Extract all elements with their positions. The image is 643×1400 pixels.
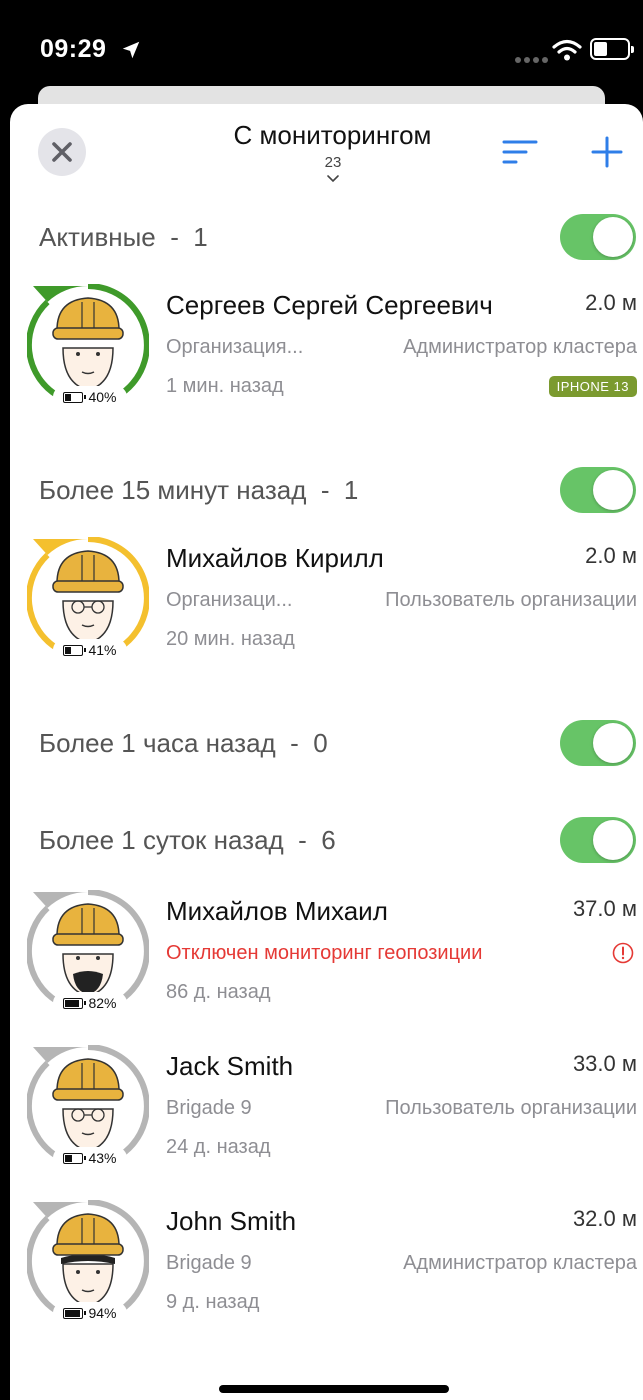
- person-distance: 37.0 м: [572, 896, 637, 921]
- person-role: Администратор кластера: [403, 1252, 637, 1274]
- battery-icon: [590, 38, 634, 60]
- battery-badge: 94%: [53, 1302, 127, 1324]
- section-toggle[interactable]: [560, 467, 636, 513]
- list-item[interactable]: 94% John Smith 32.0 м Brigade 9 Админист…: [10, 1200, 643, 1340]
- list-item[interactable]: 40% Сергеев Сергей Сергеевич 2.0 м Орган…: [10, 284, 643, 424]
- section-toggle[interactable]: [560, 720, 636, 766]
- section-15-min: Более 15 минут назад - 1: [10, 464, 643, 514]
- status-bar: 09:29: [0, 0, 643, 100]
- section-label: Более 15 минут назад - 1: [39, 475, 359, 505]
- section-toggle[interactable]: [560, 214, 636, 260]
- person-role: Пользователь организации: [385, 589, 637, 611]
- person-distance: 33.0 м: [572, 1051, 637, 1076]
- battery-icon: [63, 644, 87, 656]
- monitored-count: 23: [324, 154, 342, 171]
- battery-level: 41%: [88, 642, 117, 658]
- home-indicator[interactable]: [219, 1385, 449, 1393]
- person-name: Jack Smith: [166, 1051, 294, 1081]
- last-seen: 1 мин. назад: [166, 375, 284, 397]
- battery-badge: 40%: [53, 386, 127, 408]
- page-title[interactable]: С мониторингом: [160, 120, 505, 151]
- person-organization: Организация...: [166, 336, 304, 358]
- person-role: Пользователь организации: [385, 1097, 637, 1119]
- last-seen: 20 мин. назад: [166, 628, 295, 650]
- section-label: Более 1 суток назад - 6: [39, 825, 336, 855]
- last-seen: 9 д. назад: [166, 1291, 260, 1313]
- battery-icon: [63, 1307, 87, 1319]
- add-icon[interactable]: [590, 135, 624, 169]
- person-organization: Brigade 9: [166, 1252, 252, 1274]
- section-1-hour: Более 1 часа назад - 0: [10, 717, 643, 767]
- person-name: Михайлов Кирилл: [166, 543, 384, 573]
- battery-icon: [63, 997, 87, 1009]
- section-active: Активные - 1: [10, 211, 643, 261]
- battery-icon: [63, 391, 87, 403]
- person-organization: Brigade 9: [166, 1097, 252, 1119]
- section-1-day: Более 1 суток назад - 6: [10, 814, 643, 864]
- section-label: Активные - 1: [39, 222, 208, 252]
- list-item[interactable]: 82% Михайлов Михаил 37.0 м Отключен мони…: [10, 890, 643, 1030]
- battery-level: 43%: [88, 1150, 117, 1166]
- battery-level: 82%: [88, 995, 117, 1011]
- alert-icon[interactable]: [612, 942, 634, 964]
- last-seen: 24 д. назад: [166, 1136, 271, 1158]
- battery-badge: 82%: [53, 992, 127, 1014]
- person-role: Администратор кластера: [403, 336, 637, 358]
- location-arrow-icon: [122, 41, 140, 59]
- device-badge: IPHONE 13: [548, 376, 637, 397]
- monitoring-sheet: С мониторингом 23 Активные - 1 40% Серге…: [10, 104, 643, 1400]
- last-seen: 86 д. назад: [166, 981, 271, 1003]
- person-distance: 2.0 м: [585, 290, 637, 315]
- person-distance: 2.0 м: [585, 543, 637, 568]
- wifi-icon: [552, 39, 582, 61]
- battery-level: 94%: [88, 1305, 117, 1321]
- battery-badge: 41%: [53, 639, 127, 661]
- monitoring-warning: Отключен мониторинг геопозиции: [166, 942, 483, 964]
- status-time: 09:29: [40, 35, 107, 63]
- close-icon: [52, 142, 72, 162]
- section-toggle[interactable]: [560, 817, 636, 863]
- battery-badge: 43%: [53, 1147, 127, 1169]
- cellular-signal-icon: [515, 50, 551, 68]
- person-distance: 32.0 м: [572, 1206, 637, 1231]
- battery-level: 40%: [88, 389, 117, 405]
- battery-icon: [63, 1152, 87, 1164]
- list-item[interactable]: 41% Михайлов Кирилл 2.0 м Организаци... …: [10, 537, 643, 677]
- person-name: John Smith: [166, 1206, 297, 1236]
- chevron-down-icon[interactable]: [326, 174, 340, 184]
- person-organization: Организаци...: [166, 589, 293, 611]
- section-label: Более 1 часа назад - 0: [39, 728, 328, 758]
- person-name: Сергеев Сергей Сергеевич: [166, 290, 493, 320]
- person-name: Михайлов Михаил: [166, 896, 388, 926]
- list-item[interactable]: 43% Jack Smith 33.0 м Brigade 9 Пользова…: [10, 1045, 643, 1185]
- sort-icon[interactable]: [502, 138, 538, 166]
- close-button[interactable]: [38, 128, 86, 176]
